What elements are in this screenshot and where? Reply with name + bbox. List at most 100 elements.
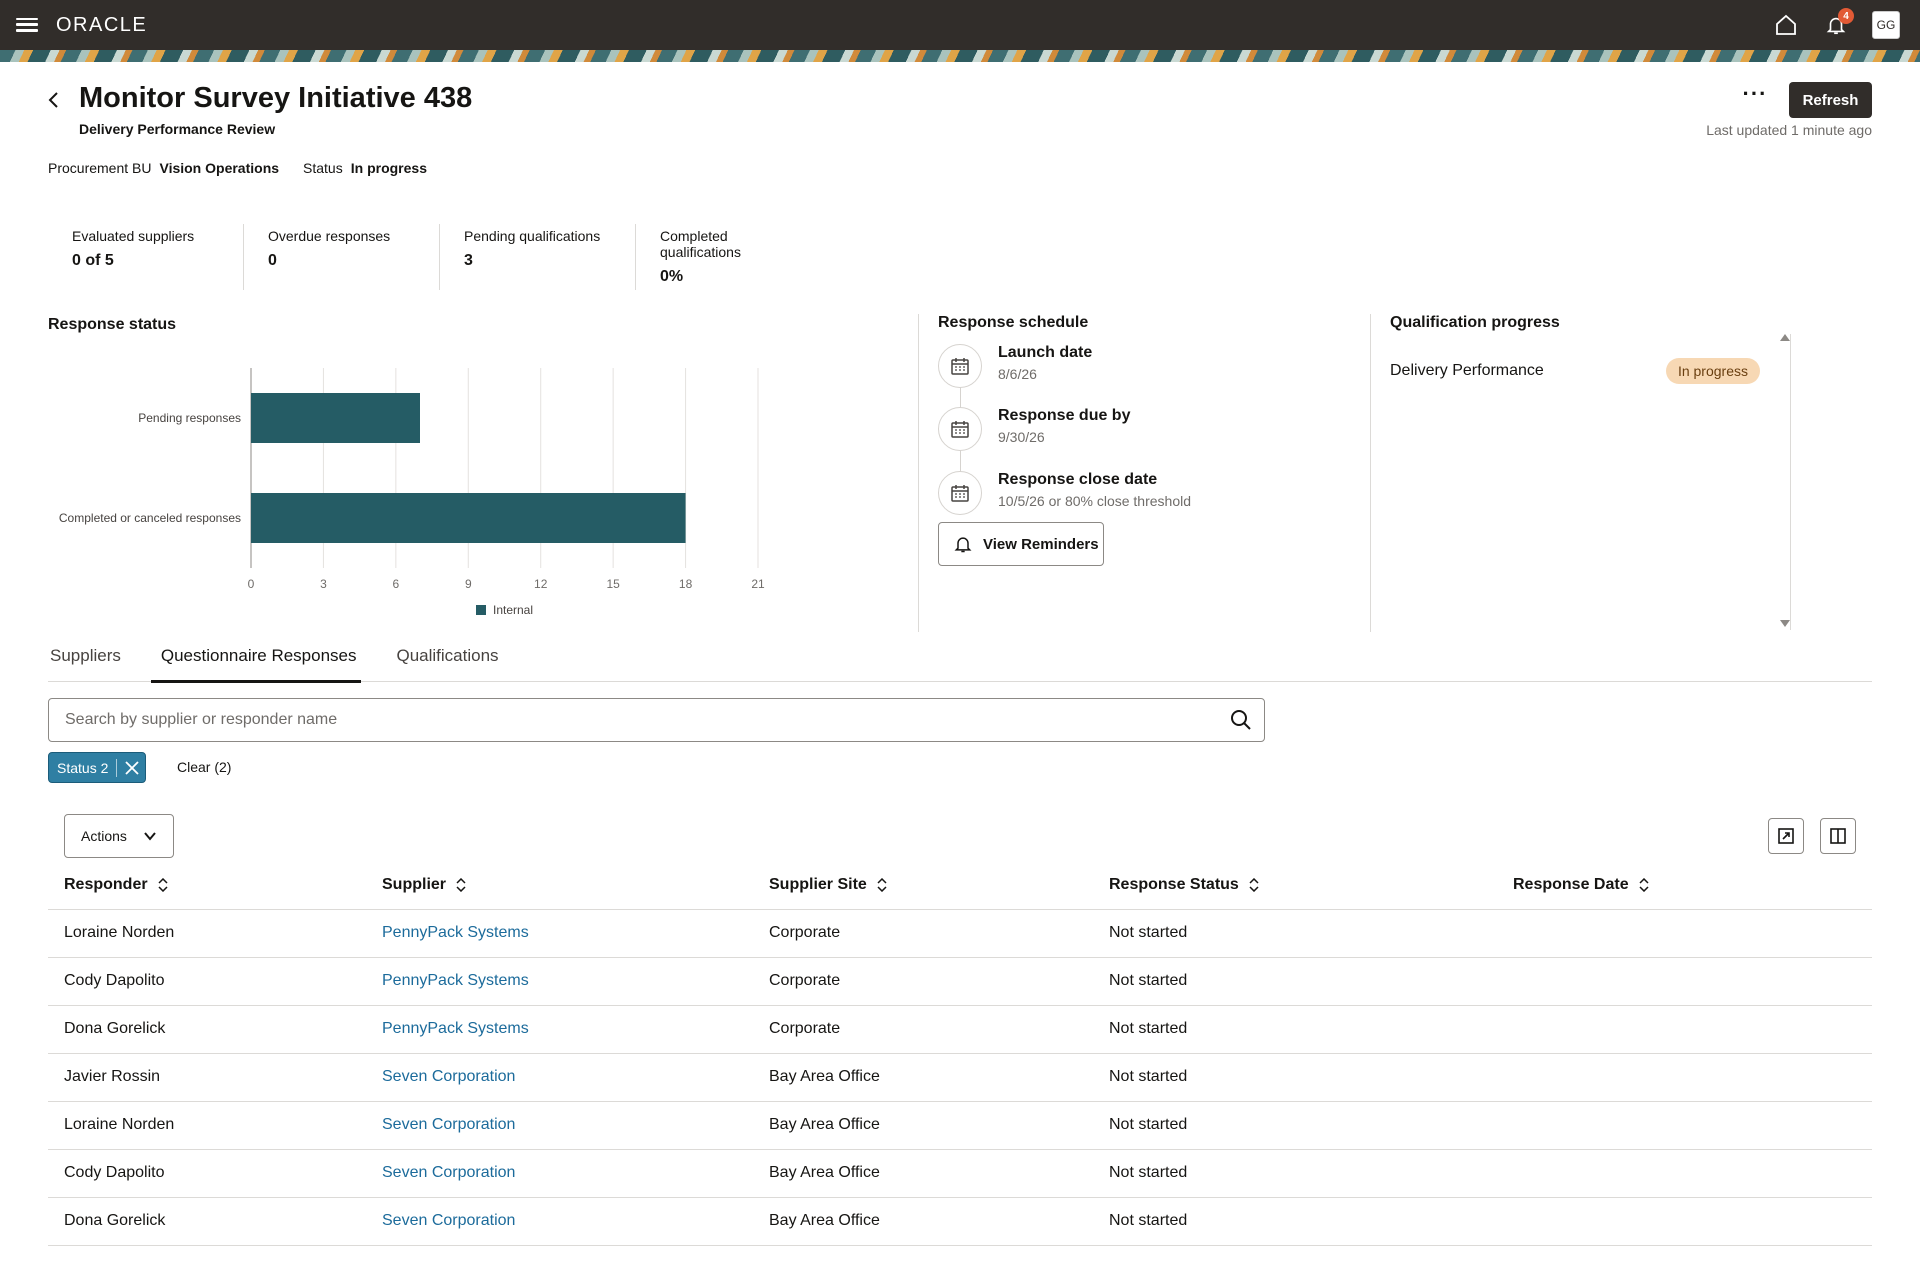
cell-response-status: Not started	[1109, 1116, 1188, 1133]
x-tick-label: 21	[751, 577, 765, 591]
scroll-up-arrow-icon[interactable]	[1780, 334, 1790, 341]
metric-overdue-responses: Overdue responses 0	[244, 224, 440, 290]
cell-response-status: Not started	[1109, 1212, 1188, 1229]
legend-label: Internal	[493, 603, 533, 617]
column-header-supplier[interactable]: Supplier	[382, 876, 466, 894]
search-field	[48, 698, 1265, 742]
home-icon[interactable]	[1772, 11, 1800, 39]
table-row[interactable]: Dona Gorelick Seven Corporation Bay Area O…	[48, 1198, 1872, 1246]
cell-response-status: Not started	[1109, 924, 1188, 941]
sort-icon	[1249, 878, 1259, 892]
decorative-banner	[0, 50, 1920, 62]
response-status-chart: 0 3 6 9 12 15 18 21 Pending responses Completed o…	[59, 368, 765, 617]
clear-filters-link[interactable]: Clear (2)	[177, 759, 231, 775]
bar	[251, 393, 420, 443]
table-row[interactable]: Javier Rossin Seven Corporation Bay Area O…	[48, 1054, 1872, 1102]
column-header-response-status[interactable]: Response Status	[1109, 876, 1259, 894]
supplier-link[interactable]: PennyPack Systems	[382, 972, 529, 990]
cell-supplier-site: Corporate	[769, 972, 841, 989]
schedule-close-date: Response close date 10/5/26 or 80% close…	[938, 471, 1378, 527]
oracle-logo[interactable]: ORACLE	[56, 14, 147, 37]
procurement-bu-label: Procurement BU	[48, 160, 152, 176]
user-avatar[interactable]: GG	[1872, 11, 1900, 39]
supplier-link[interactable]: PennyPack Systems	[382, 924, 529, 942]
divider	[116, 758, 118, 777]
x-tick-label: 9	[465, 577, 472, 591]
cell-responder: Cody Dapolito	[64, 972, 165, 989]
supplier-link[interactable]: Seven Corporation	[382, 1116, 515, 1134]
cell-supplier-site: Corporate	[769, 1020, 841, 1037]
table-body: Loraine Norden PennyPack Systems Corporate…	[48, 910, 1872, 1246]
column-header-response-date[interactable]: Response Date	[1513, 876, 1649, 894]
qualification-item: Delivery Performance In progress	[1390, 356, 1760, 386]
x-tick-label: 0	[248, 577, 255, 591]
calendar-icon	[938, 344, 982, 388]
view-reminders-button[interactable]: View Reminders	[938, 522, 1104, 566]
cell-responder: Loraine Norden	[64, 924, 175, 941]
x-tick-label: 12	[534, 577, 548, 591]
more-actions-button[interactable]: ···	[1738, 83, 1772, 112]
column-header-responder[interactable]: Responder	[64, 876, 168, 894]
search-input[interactable]	[65, 699, 1205, 741]
notifications-bell-icon[interactable]: 4	[1822, 8, 1854, 39]
response-schedule-heading: Response schedule	[938, 314, 1089, 331]
cell-response-status: Not started	[1109, 972, 1188, 989]
supplier-link[interactable]: Seven Corporation	[382, 1068, 515, 1086]
tab-bar: Suppliers Questionnaire Responses Qualif…	[48, 640, 1872, 683]
status-label: Status	[303, 160, 343, 176]
search-icon[interactable]	[1230, 709, 1252, 731]
bar	[251, 493, 686, 543]
export-button[interactable]	[1768, 818, 1804, 854]
table-row[interactable]: Loraine Norden PennyPack Systems Corporate…	[48, 910, 1872, 958]
table-row[interactable]: Dona Gorelick PennyPack Systems Corporate N…	[48, 1006, 1872, 1054]
x-tick-label: 15	[606, 577, 620, 591]
x-tick-label: 6	[393, 577, 400, 591]
actions-menu-button[interactable]: Actions	[64, 814, 174, 858]
schedule-response-due: Response due by 9/30/26	[938, 407, 1378, 463]
back-button[interactable]	[44, 90, 64, 110]
filter-chip-label: Status 2	[57, 759, 109, 776]
scrollbar[interactable]	[1790, 334, 1791, 630]
status-filter-chip[interactable]: Status 2	[48, 752, 147, 783]
cell-responder: Loraine Norden	[64, 1116, 175, 1133]
metric-completed-qualifications: Completed qualifications 0%	[660, 228, 741, 285]
cell-response-status: Not started	[1109, 1068, 1188, 1085]
cell-response-status: Not started	[1109, 1020, 1188, 1037]
metrics-strip: Evaluated suppliers 0 of 5 Overdue respo…	[48, 224, 832, 290]
refresh-button[interactable]: Refresh	[1789, 82, 1872, 118]
cell-supplier-site: Bay Area Office	[769, 1164, 880, 1181]
x-tick-label: 3	[320, 577, 327, 591]
columns-icon	[1830, 828, 1846, 844]
qualification-name: Delivery Performance	[1390, 362, 1544, 379]
cell-supplier-site: Bay Area Office	[769, 1212, 880, 1229]
status-value: In progress	[350, 160, 427, 176]
cell-responder: Dona Gorelick	[64, 1212, 166, 1229]
schedule-launch-date: Launch date 8/6/26	[938, 344, 1378, 400]
notification-count-badge: 4	[1838, 8, 1854, 24]
table-row[interactable]: Loraine Norden Seven Corporation Bay Area …	[48, 1102, 1872, 1150]
supplier-link[interactable]: Seven Corporation	[382, 1212, 515, 1230]
cell-responder: Javier Rossin	[64, 1068, 161, 1085]
tab-suppliers[interactable]: Suppliers	[48, 640, 123, 682]
column-header-supplier-site[interactable]: Supplier Site	[769, 876, 887, 894]
columns-button[interactable]	[1820, 818, 1856, 854]
supplier-link[interactable]: PennyPack Systems	[382, 1020, 529, 1038]
cell-response-status: Not started	[1109, 1164, 1188, 1181]
calendar-icon	[938, 471, 982, 515]
scroll-down-arrow-icon[interactable]	[1780, 620, 1790, 627]
tab-qualifications[interactable]: Qualifications	[395, 640, 501, 682]
remove-filter-icon[interactable]	[125, 760, 140, 775]
sort-icon	[456, 878, 466, 892]
procurement-bu-value: Vision Operations	[159, 160, 280, 176]
table-row[interactable]: Cody Dapolito PennyPack Systems Corporate N…	[48, 958, 1872, 1006]
tab-questionnaire-responses[interactable]: Questionnaire Responses	[150, 640, 361, 683]
table-row[interactable]: Cody Dapolito Seven Corporation Bay Area O…	[48, 1150, 1872, 1198]
menu-icon[interactable]	[16, 14, 40, 36]
metric-evaluated-suppliers: Evaluated suppliers 0 of 5	[48, 224, 244, 290]
legend-swatch	[476, 605, 486, 615]
table-header: Responder Supplier Supplier Site Respons…	[48, 864, 1872, 910]
supplier-link[interactable]: Seven Corporation	[382, 1164, 515, 1182]
survey-meta: Procurement BU Vision Operations Status In…	[48, 160, 427, 176]
category-label: Completed or canceled responses	[59, 511, 241, 525]
cell-supplier-site: Bay Area Office	[769, 1116, 880, 1133]
